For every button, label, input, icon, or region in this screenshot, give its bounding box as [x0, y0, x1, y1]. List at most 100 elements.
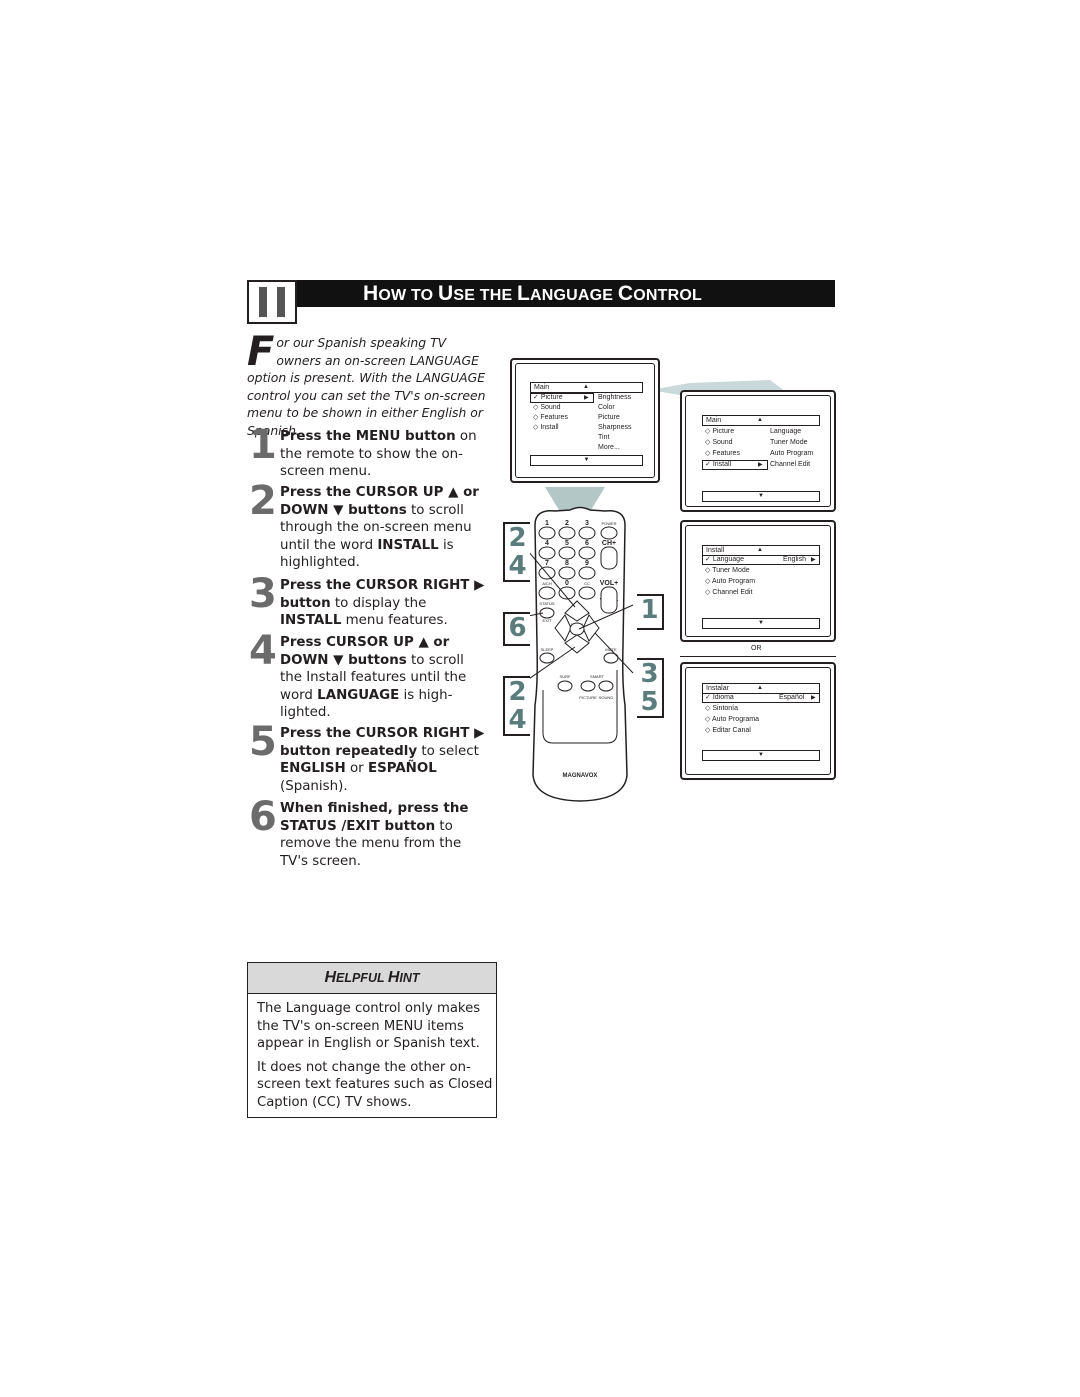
right-arrow-icon: ▶ — [811, 695, 816, 701]
menu-item[interactable]: ◇ Auto Program — [705, 577, 755, 587]
menu-header: Main ▲ — [530, 382, 643, 393]
surf-button[interactable] — [557, 680, 573, 692]
menu-item-label: Sintonía — [712, 705, 739, 712]
menu-item[interactable]: ◇ Channel Edit — [705, 588, 752, 598]
key-2[interactable] — [558, 526, 576, 540]
step-6: 6 When finished, press the STATUS /EXIT … — [249, 797, 489, 870]
callout-2-4-bottom: 2 4 — [503, 676, 530, 736]
menu-header-label: Main — [706, 417, 722, 424]
menu-item[interactable]: ◇ Features — [705, 449, 740, 459]
title-smallcaps: INT — [399, 971, 420, 985]
menu-button[interactable] — [569, 622, 585, 636]
sleep-label: SLEEP — [541, 647, 554, 652]
down-arrow-icon: ▼ — [702, 750, 820, 761]
key-6-label: 6 — [585, 540, 589, 547]
key-9[interactable] — [578, 566, 596, 580]
menu-item-selected[interactable]: ✓ Install ▶ — [702, 460, 768, 470]
remote-control: 1 2 3 4 5 6 7 8 9 0 POWER A/CH CC STATUS… — [525, 506, 634, 802]
menu-item-label: Sound — [712, 439, 733, 446]
menu-item-selected[interactable]: ✓ Language English ▶ — [702, 555, 820, 565]
menu-item-label: Tuner Mode — [712, 567, 750, 574]
ch-up-label: CH+ — [602, 540, 616, 547]
title-smallcaps: ONTROL — [633, 287, 702, 304]
right-arrow-icon: ▶ — [811, 557, 816, 563]
key-4[interactable] — [538, 546, 556, 560]
step-number: 1 — [249, 422, 277, 468]
picture-label: PICTURE — [579, 695, 597, 700]
tv-screen-install-english: Install ▲ ✓ Language English ▶ ◇ Tuner Mode… — [680, 520, 836, 642]
power-button[interactable] — [600, 526, 618, 540]
title-smallcaps: ANGUAGE — [530, 287, 618, 304]
exit-label: EXIT — [543, 618, 552, 623]
volume-rocker[interactable] — [600, 586, 618, 614]
step-4: 4 Press CURSOR UP ▲ or DOWN ▼ buttons to… — [249, 628, 489, 722]
smart-sound-button[interactable] — [598, 680, 614, 692]
power-label: POWER — [601, 521, 616, 526]
menu-item[interactable]: ◇ Auto Programa — [705, 715, 759, 725]
cc-button[interactable] — [578, 586, 596, 600]
submenu-item: Color — [598, 404, 615, 411]
submenu-item: More... — [598, 444, 620, 451]
key-5[interactable] — [558, 546, 576, 560]
menu-item[interactable]: ◇ Editar Canal — [705, 726, 751, 736]
menu-item-selected[interactable]: ✓ Picture ▶ — [530, 393, 594, 403]
menu-item[interactable]: ◇ Sound — [705, 438, 733, 448]
step-2: 2 Press the CURSOR UP ▲ or DOWN ▼ button… — [249, 481, 489, 572]
key-8[interactable] — [558, 566, 576, 580]
helpful-hint-box: HELPFUL HINT The Language control only m… — [247, 962, 497, 1118]
sleep-button[interactable] — [539, 652, 555, 664]
menu-item-label: Picture — [712, 428, 735, 435]
key-3[interactable] — [578, 526, 596, 540]
key-6[interactable] — [578, 546, 596, 560]
step-5: 5 Press the CURSOR RIGHT ▶ button repeat… — [249, 719, 489, 795]
remote-brand: MAGNAVOX — [563, 773, 598, 779]
callout-1: 1 — [637, 594, 664, 630]
title-cap: C — [617, 282, 634, 305]
callout-digit: 2 — [508, 523, 527, 553]
key-5-label: 5 — [565, 540, 569, 547]
down-arrow-icon: ▼ — [530, 455, 643, 466]
menu-item[interactable]: ◇ Sintonía — [705, 704, 738, 714]
menu-item[interactable]: ◇ Picture — [705, 427, 734, 437]
submenu-item: Channel Edit — [770, 461, 811, 468]
step-number: 4 — [249, 628, 277, 674]
ach-button[interactable] — [538, 586, 556, 600]
right-arrow-icon: ▶ — [584, 395, 589, 401]
submenu-item: Brightness — [598, 394, 632, 401]
menu-item-value: Español — [779, 694, 805, 701]
menu-header: Main ▲ — [702, 415, 820, 426]
title-cap: H — [387, 969, 400, 986]
title-cap: L — [516, 282, 530, 305]
menu-header-label: Main — [534, 384, 550, 391]
step-text: or — [345, 761, 368, 777]
title-smallcaps: SE THE — [453, 287, 517, 304]
menu-item-value: English — [783, 556, 806, 563]
smart-picture-button[interactable] — [580, 680, 596, 692]
osd-menu: Install ▲ ✓ Language English ▶ ◇ Tuner Mode… — [682, 522, 838, 644]
callout-digit: 6 — [508, 613, 527, 643]
key-0-label: 0 — [565, 580, 569, 587]
hint-paragraph: It does not change the other on-screen t… — [257, 1059, 493, 1110]
channel-rocker[interactable] — [600, 546, 618, 570]
submenu-item: Picture — [598, 414, 620, 421]
key-3-label: 3 — [585, 520, 589, 527]
section-number-badge — [247, 280, 297, 324]
menu-item-selected[interactable]: ✓ Idioma Español ▶ — [702, 693, 820, 703]
callout-digit: 5 — [640, 687, 659, 717]
intro-paragraph: For our Spanish speaking TV owners an on… — [247, 332, 487, 440]
or-label: OR — [751, 645, 762, 652]
menu-item[interactable]: ◇ Sound — [533, 403, 561, 413]
menu-item-label: Features — [712, 450, 740, 457]
menu-item[interactable]: ◇ Install — [533, 423, 559, 433]
up-arrow-icon: ▲ — [757, 685, 763, 691]
menu-item[interactable]: ◇ Tuner Mode — [705, 566, 750, 576]
key-7-label: 7 — [545, 560, 549, 567]
ach-label: A/CH — [542, 581, 552, 586]
key-1[interactable] — [538, 526, 556, 540]
step-number: 5 — [249, 719, 277, 765]
menu-header-label: Install — [706, 547, 725, 554]
menu-item[interactable]: ◇ Features — [533, 413, 568, 423]
step-bold: ESPAÑOL — [367, 761, 437, 777]
menu-item-label: Install — [712, 461, 732, 468]
divider — [680, 656, 836, 657]
